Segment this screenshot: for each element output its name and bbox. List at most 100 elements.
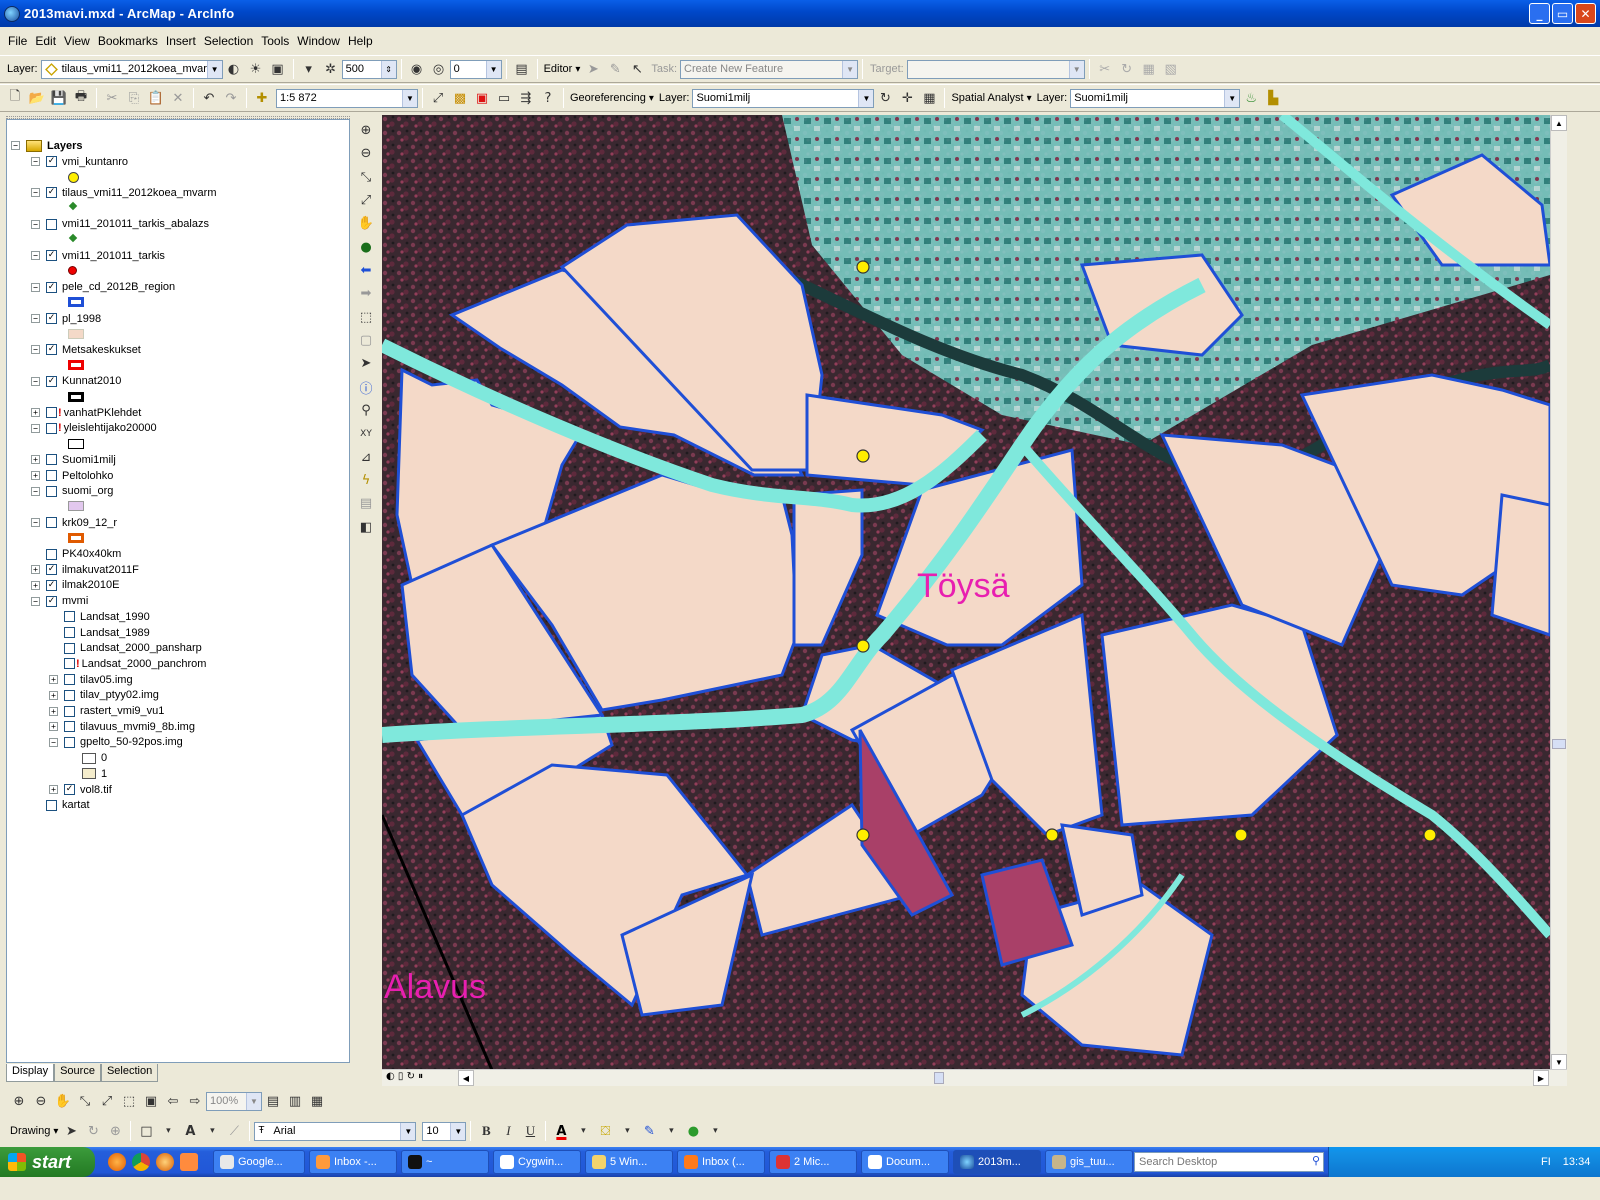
toc-layer-row[interactable]: − ✓ pele_cd_2012B_region bbox=[31, 280, 175, 295]
chevron-down-icon[interactable]: ▼ bbox=[485, 60, 501, 78]
firefox-icon[interactable] bbox=[108, 1153, 126, 1171]
font-size-select[interactable]: 10 ▼ bbox=[422, 1121, 467, 1141]
thunderbird-icon[interactable] bbox=[180, 1153, 198, 1171]
georeferencing-menu[interactable]: Georeferencing bbox=[570, 92, 654, 104]
menu-tools[interactable]: Tools bbox=[261, 34, 289, 48]
redo-icon[interactable]: ↷ bbox=[220, 87, 242, 109]
layer-visibility-checkbox[interactable]: ✓ bbox=[46, 187, 57, 199]
map-scale-input[interactable]: 1:5 872 ▼ bbox=[276, 88, 418, 108]
layer-visibility-checkbox[interactable] bbox=[46, 407, 57, 419]
text-tool-icon[interactable]: A bbox=[179, 1120, 201, 1142]
spatial-analyst-menu[interactable]: Spatial Analyst bbox=[951, 92, 1031, 104]
offset-input[interactable]: 0 ▼ bbox=[449, 59, 502, 79]
expand-icon[interactable]: + bbox=[31, 408, 40, 418]
collapse-icon[interactable]: − bbox=[31, 423, 40, 433]
layer-visibility-checkbox[interactable]: ✓ bbox=[46, 564, 57, 576]
toc-layer-row[interactable]: + ✓ vol8.tif bbox=[49, 782, 112, 797]
layer-visibility-checkbox[interactable]: ✓ bbox=[46, 281, 57, 293]
search-icon[interactable]: ⚲ bbox=[1312, 1154, 1320, 1167]
toolbox-icon[interactable]: ▣ bbox=[471, 87, 493, 109]
layers-root[interactable]: − Layers bbox=[11, 138, 82, 153]
expand-icon[interactable]: + bbox=[31, 565, 40, 575]
scroll-down-icon[interactable]: ▼ bbox=[1551, 1054, 1567, 1070]
toc-layer-row[interactable]: + ✓ ilmakuvat2011F bbox=[31, 562, 139, 577]
toc-layer-row[interactable]: − ✓ pl_1998 bbox=[31, 311, 101, 326]
scroll-thumb[interactable] bbox=[934, 1072, 944, 1084]
zoom-100-icon[interactable]: ⤢ bbox=[96, 1090, 118, 1112]
dropdown-icon[interactable]: ▾ bbox=[616, 1120, 638, 1142]
sample-point[interactable] bbox=[856, 639, 870, 653]
layer-visibility-checkbox[interactable] bbox=[46, 454, 57, 466]
toc-layer-row[interactable]: PK40x40km bbox=[31, 547, 121, 562]
add-control-points-icon[interactable]: ✛ bbox=[896, 87, 918, 109]
menu-file[interactable]: File bbox=[8, 34, 27, 48]
go-to-xy-icon[interactable]: XY bbox=[355, 423, 377, 444]
scroll-left-icon[interactable]: ◀ bbox=[458, 1070, 474, 1086]
toc-layer-row[interactable]: 0 bbox=[67, 751, 107, 766]
identify-window-icon[interactable]: ▤ bbox=[511, 58, 533, 80]
menu-help[interactable]: Help bbox=[348, 34, 373, 48]
layer-visibility-checkbox[interactable] bbox=[64, 689, 75, 701]
layer-visibility-checkbox[interactable] bbox=[46, 422, 57, 434]
layer-visibility-checkbox[interactable] bbox=[46, 218, 57, 230]
expand-icon[interactable]: + bbox=[49, 722, 58, 732]
toc-layer-row[interactable]: − ✓ vmi_kuntanro bbox=[31, 154, 128, 169]
minimize-button[interactable]: _ bbox=[1529, 3, 1550, 24]
rotate-icon[interactable]: ↻ bbox=[874, 87, 896, 109]
toc-layer-row[interactable]: − suomi_org bbox=[31, 484, 113, 499]
task-gis[interactable]: gis_tuu... bbox=[1045, 1150, 1133, 1174]
brightness-icon[interactable]: ☀ bbox=[245, 58, 267, 80]
sample-point[interactable] bbox=[856, 449, 870, 463]
collapse-icon[interactable]: − bbox=[49, 737, 58, 747]
layer-visibility-checkbox[interactable] bbox=[64, 642, 75, 654]
task-inbox[interactable]: Inbox -... bbox=[309, 1150, 397, 1174]
collapse-icon[interactable]: − bbox=[31, 345, 40, 355]
expand-icon[interactable]: + bbox=[49, 690, 58, 700]
toc-layer-row[interactable]: − ✓ tilaus_vmi11_2012koea_mvarm bbox=[31, 185, 217, 200]
maximize-button[interactable]: ▭ bbox=[1552, 3, 1573, 24]
toc-layer-row[interactable]: − gpelto_50-92pos.img bbox=[49, 735, 183, 750]
layer-visibility-checkbox[interactable]: ✓ bbox=[46, 156, 57, 167]
sample-point[interactable] bbox=[1423, 828, 1437, 842]
cogo-icon[interactable]: ◉ bbox=[406, 58, 428, 80]
clear-selection-icon[interactable]: ▢ bbox=[355, 330, 377, 351]
task-inbox-2[interactable]: Inbox (... bbox=[677, 1150, 765, 1174]
layer-visibility-checkbox[interactable] bbox=[46, 548, 57, 560]
layer-visibility-checkbox[interactable] bbox=[64, 611, 75, 623]
toc-layer-row[interactable]: ! Landsat_2000_panchrom bbox=[49, 656, 206, 671]
collapse-icon[interactable]: − bbox=[31, 314, 40, 323]
task-arcmap[interactable]: 2013m... bbox=[953, 1150, 1041, 1174]
forward-arrow-icon[interactable]: ➡ bbox=[355, 283, 377, 304]
collapse-icon[interactable]: − bbox=[31, 376, 40, 386]
collapse-icon[interactable]: − bbox=[31, 518, 40, 528]
toc-layer-row[interactable]: 1 bbox=[67, 766, 107, 781]
spin-icon[interactable]: ⇕ bbox=[380, 60, 396, 78]
layer-visibility-checkbox[interactable] bbox=[64, 627, 75, 638]
collapse-icon[interactable]: − bbox=[31, 596, 40, 606]
chrome-icon[interactable] bbox=[132, 1153, 150, 1171]
delete-icon[interactable]: ✕ bbox=[167, 87, 189, 109]
toc-layer-row[interactable]: + ✓ ilmak2010E bbox=[31, 578, 119, 593]
task-windows[interactable]: 5 Win... bbox=[585, 1150, 673, 1174]
tab-selection[interactable]: Selection bbox=[100, 1064, 159, 1082]
layer-visibility-checkbox[interactable] bbox=[64, 736, 75, 748]
task-cygwin[interactable]: Cygwin... bbox=[493, 1150, 581, 1174]
zoom-selected-icon[interactable]: ⊕ bbox=[104, 1120, 126, 1142]
forward-extent-icon[interactable]: ⇨ bbox=[184, 1090, 206, 1112]
cut-icon[interactable]: ✂ bbox=[101, 87, 123, 109]
toc-layer-row[interactable]: − ✓ Metsakeskukset bbox=[31, 342, 141, 357]
tab-display[interactable]: Display bbox=[6, 1064, 55, 1082]
layer-visibility-checkbox[interactable] bbox=[46, 485, 57, 497]
dropdown-icon[interactable]: ▾ bbox=[704, 1120, 726, 1142]
tab-source[interactable]: Source bbox=[54, 1064, 101, 1082]
copy-icon[interactable]: ⎘ bbox=[123, 87, 145, 109]
toc-layer-row[interactable]: + tilav05.img bbox=[49, 672, 133, 687]
sample-point[interactable] bbox=[856, 260, 870, 274]
zoom-out-icon[interactable]: ⊖ bbox=[355, 143, 377, 164]
html-popup-icon[interactable]: ▤ bbox=[355, 493, 377, 514]
snap-tolerance-input[interactable]: 500 ⇕ bbox=[341, 59, 397, 79]
expand-icon[interactable]: + bbox=[49, 785, 58, 794]
expand-icon[interactable]: + bbox=[31, 471, 40, 480]
toc-layer-row[interactable]: Landsat_2000_pansharp bbox=[49, 641, 202, 656]
contrast-icon[interactable]: ◐ bbox=[223, 58, 245, 80]
